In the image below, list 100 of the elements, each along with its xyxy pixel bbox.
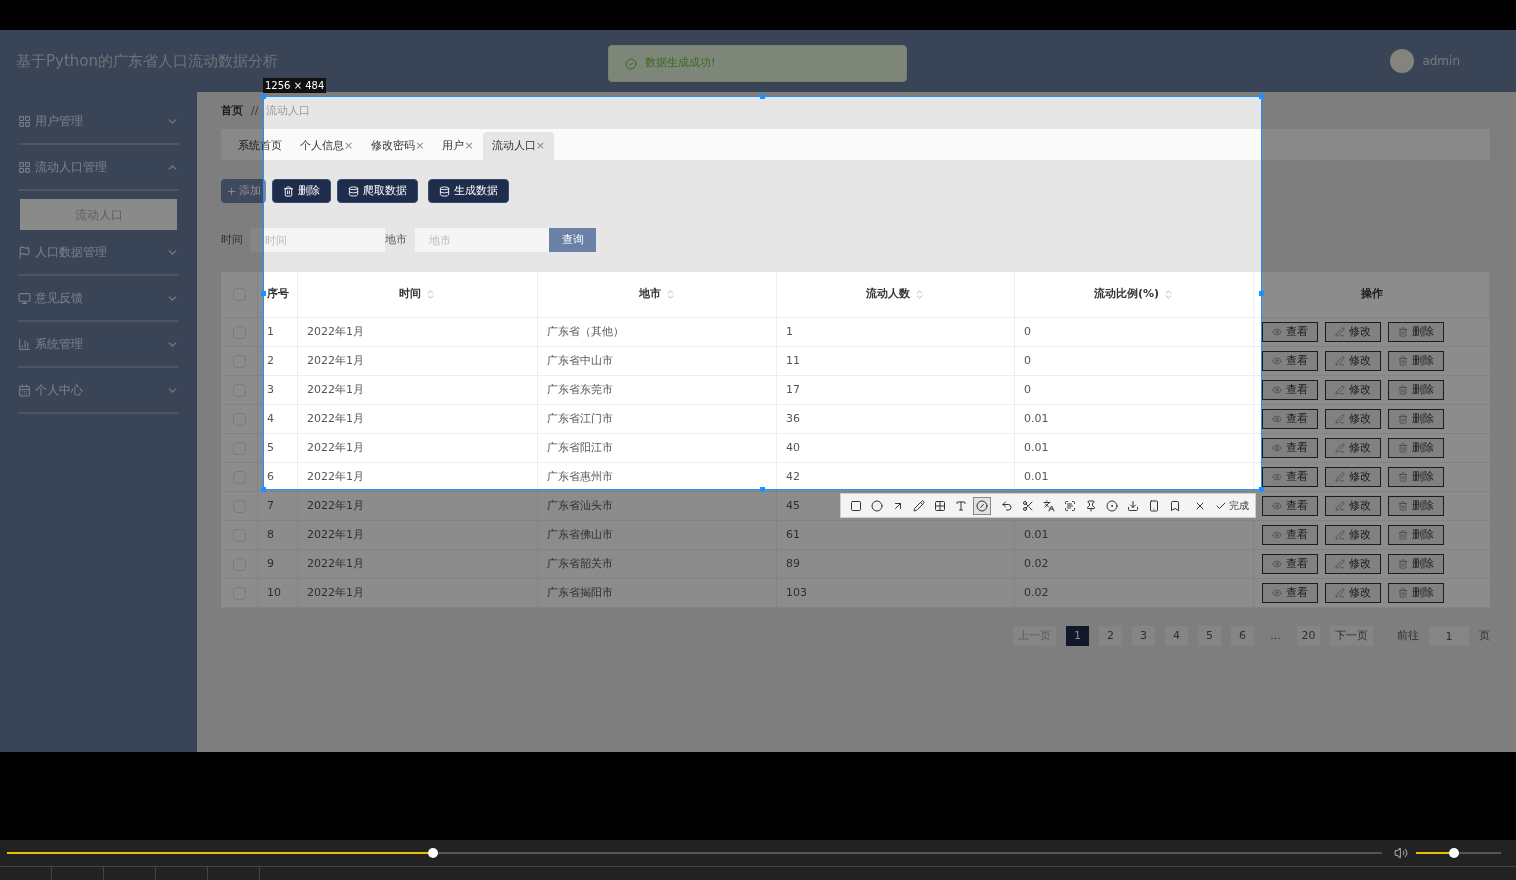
page-button[interactable]: 1 [1066, 626, 1089, 646]
volume-icon[interactable] [1394, 846, 1408, 860]
row-action-button[interactable]: 删除 [1388, 380, 1444, 400]
resize-handle[interactable] [261, 487, 266, 492]
trash-icon [1398, 443, 1408, 453]
table-cell-text: 0 [1024, 323, 1031, 340]
breadcrumb-item[interactable]: 首页 [221, 102, 243, 120]
row-action-button[interactable]: 修改 [1325, 380, 1381, 400]
row-action-button[interactable]: 删除 [1388, 438, 1444, 458]
row-action-button[interactable]: 查看 [1262, 583, 1318, 603]
row-action-button[interactable]: 查看 [1262, 525, 1318, 545]
resize-handle[interactable] [1259, 487, 1264, 492]
row-action-button[interactable]: 修改 [1325, 583, 1381, 603]
resize-handle[interactable] [261, 94, 266, 99]
volume-thumb[interactable] [1449, 848, 1460, 858]
resize-handle[interactable] [1259, 291, 1264, 296]
action-button[interactable]: 添加 [221, 179, 266, 203]
tab[interactable]: 个人信息× [291, 132, 363, 160]
row-action-button[interactable]: 删除 [1388, 409, 1444, 429]
page-button[interactable]: 2 [1099, 626, 1122, 646]
table-cell-text: 3 [267, 381, 274, 398]
sidebar-item[interactable]: 系统管理 [18, 322, 179, 368]
eye-icon [1272, 530, 1282, 540]
user-name[interactable]: admin [1422, 52, 1460, 70]
resize-handle[interactable] [1259, 94, 1264, 99]
column-header[interactable]: 地市 [638, 286, 661, 303]
tab[interactable]: 用户× [433, 132, 483, 160]
row-action-button[interactable]: 查看 [1262, 467, 1318, 487]
page-button[interactable]: 3 [1132, 626, 1155, 646]
table-cell-text: 0.01 [1024, 439, 1049, 456]
table-cell-text: 广东省佛山市 [547, 526, 613, 543]
search-button[interactable]: 查询 [549, 228, 596, 252]
row-action-button[interactable]: 删除 [1388, 583, 1444, 603]
row-action-button[interactable]: 修改 [1325, 554, 1381, 574]
row-action-button[interactable]: 删除 [1388, 322, 1444, 342]
table-cell-text: 0.02 [1024, 584, 1049, 601]
sidebar-item[interactable]: 人口数据管理 [18, 230, 179, 276]
row-action-button[interactable]: 修改 [1325, 525, 1381, 545]
table-cell-text: 36 [786, 410, 800, 427]
row-action-button[interactable]: 删除 [1388, 496, 1444, 516]
sidebar-item[interactable]: 流动人口管理 [18, 145, 179, 191]
ellipse-icon [871, 499, 883, 512]
column-header[interactable]: 流动人数 [866, 286, 910, 303]
row-action-button[interactable]: 修改 [1325, 438, 1381, 458]
table-cell-text: 8 [267, 526, 274, 543]
row-action-button[interactable]: 查看 [1262, 438, 1318, 458]
resize-handle[interactable] [760, 94, 765, 99]
row-action-button[interactable]: 查看 [1262, 380, 1318, 400]
action-button[interactable]: 生成数据 [428, 179, 509, 203]
action-button[interactable]: 爬取数据 [337, 179, 418, 203]
tab[interactable]: 修改密码× [362, 132, 434, 160]
resize-handle[interactable] [760, 487, 765, 492]
table-cell-text: 广东省汕头市 [547, 497, 613, 514]
row-action-button[interactable]: 修改 [1325, 351, 1381, 371]
record-icon [1106, 499, 1118, 512]
page-button[interactable]: 5 [1198, 626, 1221, 646]
row-action-button[interactable]: 查看 [1262, 496, 1318, 516]
row-action-button[interactable]: 修改 [1325, 322, 1381, 342]
column-header[interactable]: 流动比例(%) [1093, 286, 1160, 303]
trash-icon [1398, 327, 1408, 337]
done-button[interactable]: 完成 [1215, 496, 1249, 515]
row-action-button[interactable]: 查看 [1262, 351, 1318, 371]
table-cell-text: 0.01 [1024, 468, 1049, 485]
text-tool-icon [955, 499, 967, 512]
download-icon [1127, 499, 1139, 512]
sidebar-item[interactable]: 意见反馈 [18, 276, 179, 322]
trash-icon [1398, 385, 1408, 395]
resize-handle[interactable] [261, 291, 266, 296]
page-button[interactable]: 20 [1297, 626, 1320, 646]
table-cell-text: 2 [267, 352, 274, 369]
column-header[interactable]: 时间 [399, 286, 421, 303]
trash-icon [283, 185, 294, 197]
tab[interactable]: 流动人口× [482, 132, 554, 160]
breadcrumb-item[interactable]: 流动人口 [266, 102, 311, 120]
row-action-button[interactable]: 修改 [1325, 409, 1381, 429]
sidebar-item[interactable]: 用户管理 [18, 99, 179, 145]
row-action-button[interactable]: 查看 [1262, 322, 1318, 342]
progress-thumb[interactable] [428, 848, 439, 858]
breadcrumb-separator: // [251, 102, 259, 119]
table-cell-text: 广东省惠州市 [547, 468, 613, 485]
table-cell-text: 2022年1月 [307, 497, 364, 514]
row-action-button[interactable]: 删除 [1388, 351, 1444, 371]
page-button[interactable]: 6 [1231, 626, 1254, 646]
rectangle-icon [850, 499, 862, 512]
row-action-button[interactable]: 删除 [1388, 554, 1444, 574]
page-button[interactable]: 4 [1165, 626, 1188, 646]
row-action-button[interactable]: 删除 [1388, 525, 1444, 545]
tool-button[interactable] [973, 496, 991, 515]
page-ellipsis[interactable]: ... [1264, 626, 1287, 646]
table-cell-text: 2022年1月 [307, 323, 364, 340]
table-cell-text: 0.01 [1024, 410, 1049, 427]
avatar[interactable] [1390, 49, 1415, 73]
row-action-button[interactable]: 修改 [1325, 496, 1381, 516]
action-button[interactable]: 删除 [272, 179, 331, 203]
row-action-button[interactable]: 删除 [1388, 467, 1444, 487]
page-input[interactable]: 1 [1429, 626, 1469, 646]
row-action-button[interactable]: 修改 [1325, 467, 1381, 487]
row-action-button[interactable]: 查看 [1262, 554, 1318, 574]
row-action-button[interactable]: 查看 [1262, 409, 1318, 429]
sidebar-item[interactable]: 个人中心 [18, 368, 179, 414]
